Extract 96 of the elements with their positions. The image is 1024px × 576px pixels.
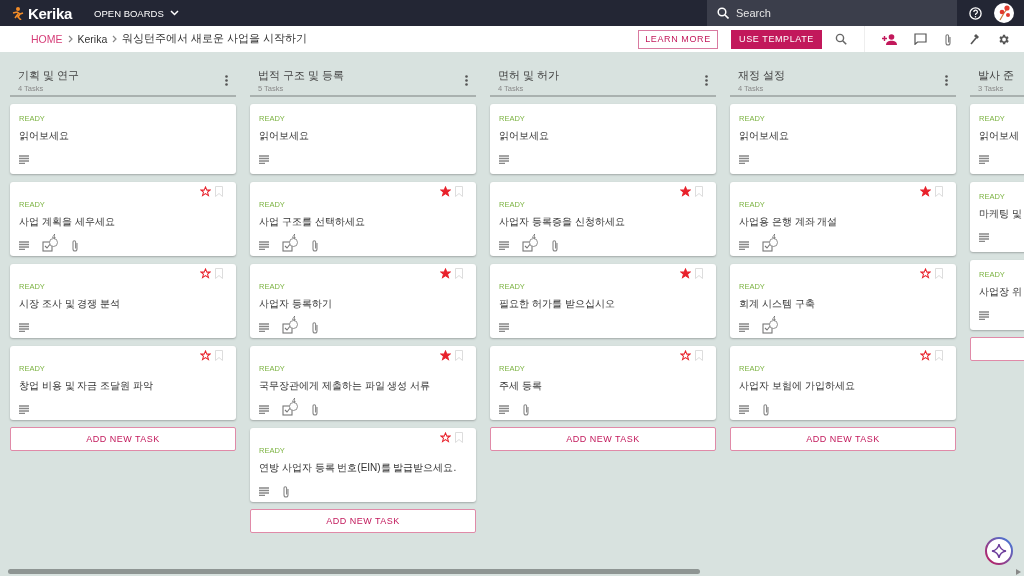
description-icon — [259, 404, 269, 414]
star-icon[interactable] — [440, 350, 451, 361]
add-task-button[interactable]: ADD NEW TASK — [490, 427, 716, 451]
task-title: 사업자 등록증을 신청하세요 — [499, 215, 626, 229]
star-icon[interactable] — [200, 350, 211, 361]
chevron-right-icon — [112, 35, 118, 43]
checklist-icon — [762, 238, 778, 252]
column-title: 재정 설정 — [738, 67, 787, 83]
more-icon[interactable] — [705, 74, 708, 86]
task-title: 사업자 보험에 가입하세요 — [739, 379, 856, 393]
task-title: 사업 구조를 선택하세요 — [259, 215, 366, 229]
star-icon[interactable] — [920, 186, 931, 197]
star-icon[interactable] — [680, 268, 691, 279]
task-title: 사업장 위 — [979, 285, 1023, 299]
breadcrumb-link[interactable]: 워싱턴주에서 새로운 사업을 시작하기 — [122, 32, 308, 46]
scrollbar-thumb[interactable] — [8, 569, 700, 574]
checklist-icon — [42, 238, 58, 252]
task-title: 사업자 등록하기 — [259, 297, 333, 311]
description-icon — [499, 404, 509, 414]
wand-icon[interactable] — [969, 33, 980, 45]
description-icon — [259, 240, 269, 250]
chevron-down-icon — [169, 10, 179, 16]
task-title: 읽어보세요 — [739, 129, 790, 143]
help-icon[interactable] — [969, 6, 982, 20]
column-title: 발사 준 — [978, 67, 1016, 83]
task-title: 회계 시스템 구축 — [739, 297, 816, 311]
description-icon — [499, 154, 509, 164]
task-title: 읽어보세요 — [499, 129, 550, 143]
description-icon — [259, 322, 269, 332]
task-title: 읽어보세요 — [19, 129, 70, 143]
task-title: 마케팅 및 — [979, 207, 1023, 221]
description-icon — [739, 404, 749, 414]
breadcrumb-link[interactable]: Kerika — [77, 33, 108, 45]
description-icon — [259, 486, 269, 496]
comment-icon[interactable] — [914, 33, 927, 45]
description-icon — [19, 240, 29, 250]
task-title: 국무장관에게 제출하는 파일 생성 서류 — [259, 379, 432, 393]
column-title: 면허 및 허가 — [498, 67, 561, 83]
star-icon[interactable] — [200, 268, 211, 279]
description-icon — [259, 154, 269, 164]
star-icon[interactable] — [200, 186, 211, 197]
star-icon[interactable] — [440, 432, 451, 443]
task-title: 필요한 허가를 받으십시오 — [499, 297, 616, 311]
search-field[interactable]: Search — [707, 0, 957, 26]
description-icon — [19, 154, 29, 164]
avatar-icon[interactable] — [994, 3, 1014, 23]
checklist-icon — [282, 238, 298, 252]
task-title: 시장 조사 및 경쟁 분석 — [19, 297, 122, 311]
add-task-button[interactable]: ADD NEW TASK — [10, 427, 236, 451]
more-icon[interactable] — [225, 74, 228, 86]
description-icon — [979, 154, 989, 164]
description-icon — [499, 322, 509, 332]
description-icon — [979, 310, 989, 320]
checklist-icon — [762, 320, 778, 334]
use-template-button[interactable]: USE TEMPLATE — [731, 29, 822, 49]
add-task-button[interactable]: ADD NEW TASK — [730, 427, 956, 451]
checklist-icon — [522, 238, 538, 252]
description-icon — [499, 240, 509, 250]
open-boards-menu[interactable]: OPEN BOARDS — [94, 7, 179, 19]
chevron-right-icon — [67, 35, 73, 43]
column-title: 기획 및 연구 — [18, 67, 81, 83]
star-icon[interactable] — [680, 350, 691, 361]
breadcrumb-link[interactable]: HOME — [31, 33, 63, 45]
logo-text: Kerika — [28, 4, 73, 22]
star-icon[interactable] — [440, 186, 451, 197]
description-icon — [739, 154, 749, 164]
task-title: 주세 등록 — [499, 379, 543, 393]
paperclip-icon[interactable] — [944, 32, 952, 46]
scroll-arrow-icon[interactable] — [1016, 569, 1021, 575]
logo-icon — [12, 6, 24, 20]
star-icon[interactable] — [920, 268, 931, 279]
assistant-button[interactable] — [985, 537, 1013, 565]
description-icon — [19, 322, 29, 332]
star-icon[interactable] — [680, 186, 691, 197]
task-title: 연방 사업자 등록 번호(EIN)를 발급받으세요. — [259, 461, 458, 475]
task-title: 사업 계획을 세우세요 — [19, 215, 116, 229]
description-icon — [19, 404, 29, 414]
task-title: 읽어보세 — [979, 129, 1020, 143]
task-title: 사업용 은행 계좌 개설 — [739, 215, 839, 229]
task-title: 읽어보세요 — [259, 129, 310, 143]
search-icon[interactable] — [835, 33, 847, 45]
more-icon[interactable] — [465, 74, 468, 86]
more-icon[interactable] — [945, 74, 948, 86]
settings-icon[interactable] — [997, 32, 1010, 46]
checklist-icon — [282, 320, 298, 334]
star-icon[interactable] — [440, 268, 451, 279]
learn-more-button[interactable]: LEARN MORE — [638, 29, 718, 49]
description-icon — [739, 240, 749, 250]
description-icon — [739, 322, 749, 332]
add-task-button[interactable]: ADD NEW TASK — [250, 509, 476, 533]
column-title: 법적 구조 및 등록 — [258, 67, 346, 83]
add-person-icon[interactable] — [882, 33, 897, 45]
task-title: 창업 비용 및 자금 조달원 파악 — [19, 379, 154, 393]
checklist-icon — [282, 402, 298, 416]
description-icon — [979, 232, 989, 242]
star-icon[interactable] — [920, 350, 931, 361]
